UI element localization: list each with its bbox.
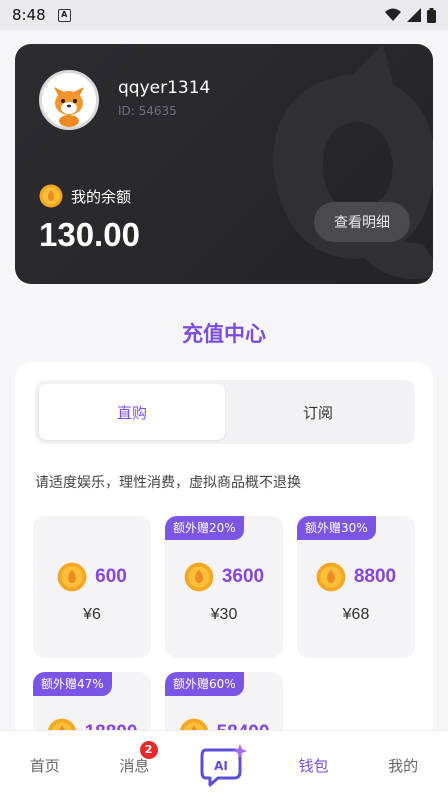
purchase-tabs: 直购 订阅 bbox=[35, 380, 415, 444]
coin-icon bbox=[184, 562, 214, 592]
package-coins: 3600 bbox=[221, 566, 265, 587]
bonus-tag: 额外赠60% bbox=[165, 672, 244, 696]
package-price: ¥30 bbox=[210, 606, 238, 623]
nav-mine[interactable]: 我的 bbox=[358, 731, 448, 800]
package-coins-row: 600 bbox=[33, 562, 151, 592]
package-card[interactable]: 600 ¥6 bbox=[33, 516, 151, 658]
ai-chat-icon: AI bbox=[200, 743, 247, 786]
account-card: qqyer1314 ID: 54635 我的余额 130.00 查看明细 bbox=[15, 44, 433, 284]
package-card[interactable]: 额外赠30% 8800 ¥68 bbox=[297, 516, 415, 658]
avatar[interactable] bbox=[39, 70, 99, 130]
nav-wallet[interactable]: 钱包 bbox=[269, 731, 359, 800]
package-coins: 600 bbox=[95, 566, 127, 587]
coin-icon bbox=[39, 184, 63, 208]
package-coins-row: 3600 bbox=[165, 562, 283, 592]
nav-messages[interactable]: 消息 2 bbox=[90, 731, 180, 800]
package-price: ¥68 bbox=[342, 606, 370, 623]
background-logo-icon bbox=[273, 44, 433, 279]
balance-amount: 130.00 bbox=[39, 216, 140, 253]
system-icons bbox=[385, 7, 436, 23]
coin-icon bbox=[316, 562, 346, 592]
bonus-tag: 额外赠47% bbox=[33, 672, 112, 696]
tab-subscription[interactable]: 订阅 bbox=[225, 384, 411, 440]
bottom-nav: 首页 消息 2 AI 钱包 我的 bbox=[0, 730, 448, 800]
wifi-icon bbox=[385, 8, 401, 21]
battery-icon bbox=[427, 7, 436, 23]
balance-label-row: 我的余额 bbox=[39, 184, 131, 208]
tab-direct-purchase[interactable]: 直购 bbox=[39, 384, 225, 440]
signal-icon bbox=[407, 8, 421, 22]
recharge-center-title: 充值中心 bbox=[182, 322, 266, 346]
nav-ai[interactable]: AI bbox=[179, 731, 269, 800]
nav-home[interactable]: 首页 bbox=[0, 731, 90, 800]
status-time: 8:48 bbox=[12, 6, 46, 24]
username: qqyer1314 bbox=[118, 78, 211, 98]
status-bar: 8:48 A bbox=[0, 0, 448, 30]
package-coins: 8800 bbox=[353, 566, 397, 587]
package-card[interactable]: 额外赠20% 3600 ¥30 bbox=[165, 516, 283, 658]
fox-avatar-icon bbox=[42, 73, 96, 127]
balance-label: 我的余额 bbox=[71, 187, 132, 206]
unread-badge: 2 bbox=[139, 741, 158, 759]
package-price: ¥6 bbox=[83, 606, 101, 623]
bonus-tag: 额外赠20% bbox=[165, 516, 244, 540]
bonus-tag: 额外赠30% bbox=[297, 516, 376, 540]
user-id: ID: 54635 bbox=[118, 104, 177, 118]
purchase-notice: 请适度娱乐，理性消费，虚拟商品概不退换 bbox=[35, 475, 301, 491]
view-details-button[interactable]: 查看明细 bbox=[314, 202, 410, 242]
ai-chat-icon-text: AI bbox=[214, 759, 228, 773]
notification-app-icon: A bbox=[57, 8, 71, 22]
coin-icon bbox=[57, 562, 87, 592]
package-coins-row: 8800 bbox=[297, 562, 415, 592]
